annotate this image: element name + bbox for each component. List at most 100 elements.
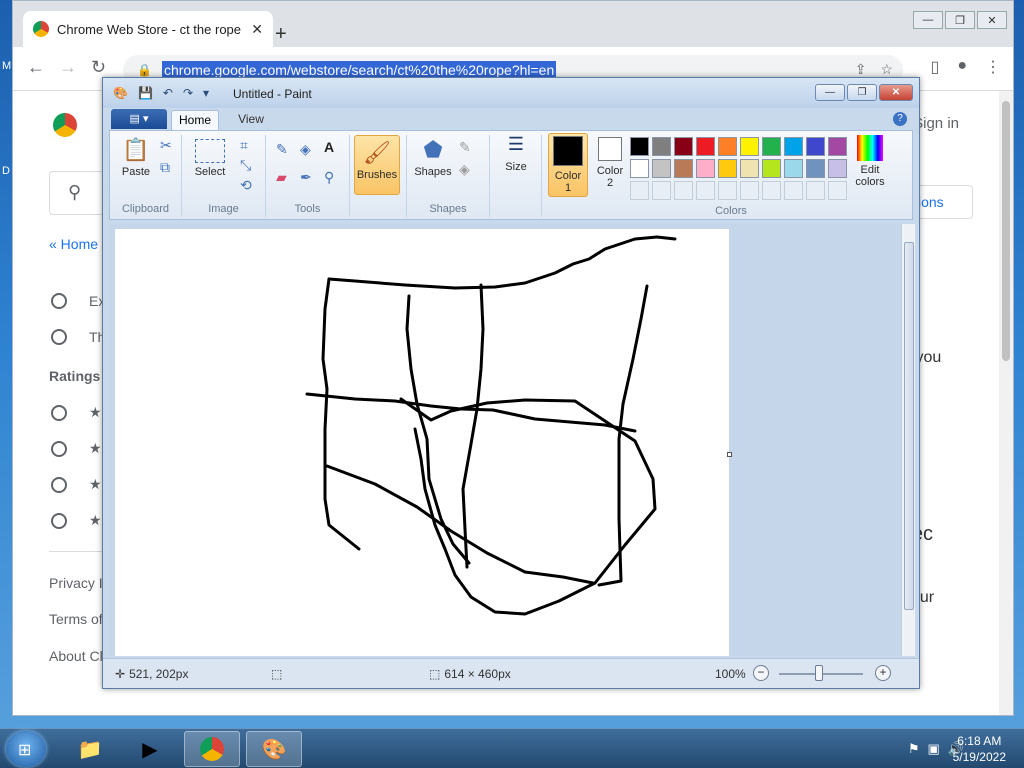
canvas-resize-handle[interactable] <box>727 452 732 457</box>
page-scrollbar[interactable] <box>999 91 1013 715</box>
palette-swatch[interactable] <box>652 159 671 178</box>
edit-colors-button[interactable]: . Edit colors <box>852 135 888 188</box>
custom-color-slot[interactable] <box>718 181 737 200</box>
home-link[interactable]: « Home <box>49 236 98 252</box>
palette-swatch[interactable] <box>674 159 693 178</box>
custom-color-slot[interactable] <box>806 181 825 200</box>
close-tab-icon[interactable]: ✕ <box>251 21 263 38</box>
color-picker-icon[interactable]: ✒ <box>300 169 312 186</box>
palette-swatch[interactable] <box>762 159 781 178</box>
color2-button[interactable]: Color 2 <box>592 135 628 189</box>
cut-icon[interactable]: ✂ <box>160 137 172 154</box>
palette-swatch[interactable] <box>740 137 759 156</box>
palette-swatch[interactable] <box>630 137 649 156</box>
palette-swatch[interactable] <box>784 159 803 178</box>
palette-swatch[interactable] <box>696 137 715 156</box>
palette-swatch[interactable] <box>828 159 847 178</box>
browser-tab[interactable]: Chrome Web Store - ct the rope ✕ <box>23 11 273 47</box>
taskbar-chrome[interactable] <box>184 731 240 767</box>
file-menu-button[interactable]: ▤ ▾ <box>111 109 167 129</box>
color1-button[interactable]: Color 1 <box>548 133 588 197</box>
pencil-icon[interactable]: ✎ <box>276 141 288 158</box>
palette-swatch[interactable] <box>718 159 737 178</box>
text-icon[interactable]: A <box>324 139 334 155</box>
custom-color-slot[interactable] <box>630 181 649 200</box>
menu-icon[interactable]: ⋮ <box>985 57 1001 77</box>
taskbar-media-player[interactable]: ▶ <box>122 731 178 767</box>
customize-quick-access-icon[interactable]: ▾ <box>203 86 209 100</box>
network-icon[interactable]: ▣ <box>928 741 940 757</box>
start-button[interactable]: ⊞ <box>6 731 46 767</box>
close-window-button[interactable]: ✕ <box>977 11 1007 29</box>
redo-icon[interactable]: ↷ <box>183 86 193 100</box>
maximize-button[interactable]: ❐ <box>945 11 975 29</box>
rating-radio[interactable] <box>51 441 67 457</box>
zoom-in-button[interactable]: + <box>875 665 891 681</box>
shape-fill-icon[interactable]: ◈ <box>459 161 470 178</box>
back-icon[interactable]: ← <box>27 57 45 78</box>
filter-radio[interactable] <box>51 293 67 309</box>
taskbar-paint[interactable]: 🎨 <box>246 731 302 767</box>
outline-icon[interactable]: ✎ <box>459 139 471 156</box>
minimize-button[interactable]: — <box>913 11 943 29</box>
palette-swatch[interactable] <box>784 137 803 156</box>
side-panel-icon[interactable]: ▯ <box>931 57 940 77</box>
resize-icon[interactable]: ⤡ <box>240 157 251 174</box>
palette-swatch[interactable] <box>630 159 649 178</box>
privacy-link[interactable]: Privacy I <box>49 575 103 591</box>
bookmark-star-icon[interactable]: ☆ <box>880 61 893 78</box>
terms-link[interactable]: Terms of <box>49 611 103 627</box>
shapes-button[interactable]: ⬟ Shapes <box>411 137 455 178</box>
custom-color-slot[interactable] <box>784 181 803 200</box>
zoom-slider-knob[interactable] <box>815 665 823 681</box>
rating-radio[interactable] <box>51 477 67 493</box>
magnifier-icon[interactable]: ⚲ <box>324 169 334 186</box>
undo-icon[interactable]: ↶ <box>163 86 173 100</box>
minimize-button[interactable]: — <box>815 84 845 101</box>
paste-button[interactable]: 📋 Paste <box>116 137 156 178</box>
rotate-icon[interactable]: ⟲ <box>240 177 252 194</box>
zoom-out-button[interactable]: − <box>753 665 769 681</box>
custom-color-slot[interactable] <box>762 181 781 200</box>
tab-home[interactable]: Home <box>171 110 219 130</box>
brushes-button[interactable]: 🖌 Brushes <box>354 135 400 195</box>
profile-icon[interactable]: ● <box>957 57 967 77</box>
fill-icon[interactable]: ◈ <box>300 141 311 158</box>
copy-icon[interactable]: ⧉ <box>160 159 170 176</box>
eraser-icon[interactable]: ▰ <box>276 169 287 186</box>
palette-swatch[interactable] <box>674 137 693 156</box>
help-icon[interactable]: ? <box>893 112 907 126</box>
palette-swatch[interactable] <box>806 159 825 178</box>
scroll-thumb[interactable] <box>904 242 914 610</box>
sign-in-link[interactable]: Sign in <box>913 115 959 132</box>
custom-color-slot[interactable] <box>740 181 759 200</box>
palette-swatch[interactable] <box>806 137 825 156</box>
custom-color-slot[interactable] <box>828 181 847 200</box>
close-button[interactable]: ✕ <box>879 84 913 101</box>
maximize-button[interactable]: ❐ <box>847 84 877 101</box>
action-center-icon[interactable]: ⚑ <box>908 741 920 757</box>
share-icon[interactable]: ⇪ <box>855 61 867 78</box>
about-link[interactable]: About Cl <box>49 648 103 664</box>
taskbar-explorer[interactable]: 📁 <box>62 731 118 767</box>
drawing-canvas[interactable] <box>115 229 729 656</box>
forward-icon[interactable]: → <box>59 57 77 78</box>
taskbar-clock[interactable]: 6:18 AM 5/19/2022 <box>953 733 1006 765</box>
canvas-vertical-scrollbar[interactable] <box>901 224 915 656</box>
rating-radio[interactable] <box>51 405 67 421</box>
rating-radio[interactable] <box>51 513 67 529</box>
palette-swatch[interactable] <box>652 137 671 156</box>
crop-icon[interactable]: ⌗ <box>240 137 248 154</box>
palette-swatch[interactable] <box>740 159 759 178</box>
palette-swatch[interactable] <box>696 159 715 178</box>
reload-icon[interactable]: ↻ <box>91 57 106 78</box>
palette-swatch[interactable] <box>828 137 847 156</box>
scroll-thumb[interactable] <box>1002 101 1010 361</box>
tab-view[interactable]: View <box>227 110 275 130</box>
new-tab-button[interactable]: + <box>275 23 287 46</box>
size-button[interactable]: ☰ Size <box>494 135 538 173</box>
custom-color-slot[interactable] <box>696 181 715 200</box>
select-button[interactable]: . Select <box>188 139 232 178</box>
palette-swatch[interactable] <box>762 137 781 156</box>
filter-radio[interactable] <box>51 329 67 345</box>
